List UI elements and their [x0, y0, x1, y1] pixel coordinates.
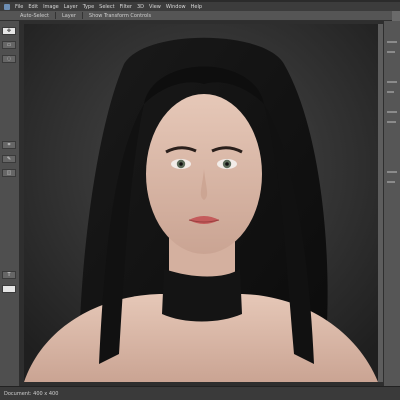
eraser-tool-icon[interactable]: ◫ — [2, 169, 16, 177]
right-panel — [383, 21, 400, 386]
marquee-tool-icon[interactable]: ▭ — [2, 41, 16, 49]
menu-filter[interactable]: Filter — [120, 4, 132, 10]
menu-3d[interactable]: 3D — [137, 4, 144, 10]
text-tool-icon[interactable]: T — [2, 271, 16, 279]
panel-row[interactable] — [387, 81, 397, 83]
workspace-switcher[interactable] — [392, 11, 400, 21]
lasso-tool-icon[interactable]: ◌ — [2, 55, 16, 63]
app-icon — [4, 3, 10, 10]
menu-window[interactable]: Window — [166, 4, 186, 10]
menu-image[interactable]: Image — [43, 4, 59, 10]
tools-panel: ✥ ▭ ◌ ⌗ ✎ ◫ T — [0, 21, 20, 386]
menu-view[interactable]: View — [149, 4, 161, 10]
panel-row[interactable] — [387, 121, 396, 123]
panel-row[interactable] — [387, 91, 394, 93]
move-tool-icon[interactable]: ✥ — [2, 27, 16, 35]
panel-row[interactable] — [387, 51, 395, 53]
menu-file[interactable]: File — [15, 4, 23, 10]
panel-row[interactable] — [387, 111, 397, 113]
menu-help[interactable]: Help — [191, 4, 202, 10]
menu-select[interactable]: Select — [99, 4, 114, 10]
options-divider — [81, 12, 83, 19]
options-divider — [54, 12, 56, 19]
menu-layer[interactable]: Layer — [64, 4, 78, 10]
menu-type[interactable]: Type — [83, 4, 94, 10]
brush-tool-icon[interactable]: ✎ — [2, 155, 16, 163]
option-layer[interactable]: Layer — [62, 13, 76, 19]
color-swatch-icon[interactable] — [2, 285, 16, 293]
vertical-scrollbar[interactable] — [378, 24, 383, 382]
options-bar: Auto-Select Layer Show Transform Control… — [0, 11, 400, 21]
option-auto-select[interactable]: Auto-Select — [20, 13, 49, 19]
portrait-image — [24, 24, 378, 382]
panel-row[interactable] — [387, 41, 397, 43]
option-transform-controls[interactable]: Show Transform Controls — [89, 13, 151, 19]
status-text: Document: 400 x 400 — [4, 390, 59, 397]
status-bar: Document: 400 x 400 — [0, 386, 400, 400]
menu-edit[interactable]: Edit — [28, 4, 38, 10]
panel-row[interactable] — [387, 171, 397, 173]
crop-tool-icon[interactable]: ⌗ — [2, 141, 16, 149]
panel-row[interactable] — [387, 181, 395, 183]
image-canvas[interactable] — [24, 24, 378, 382]
menu-bar: File Edit Image Layer Type Select Filter… — [0, 2, 400, 11]
